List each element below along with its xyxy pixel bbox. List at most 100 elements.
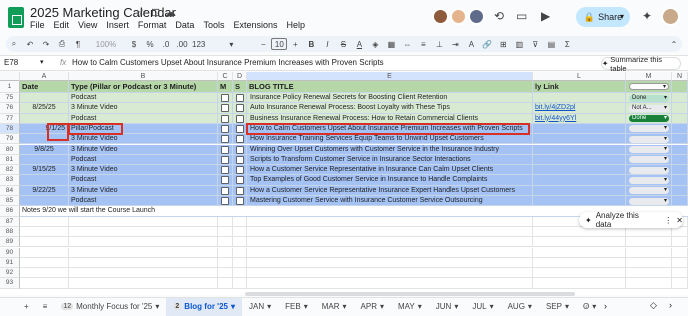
font-select[interactable]: ▾ <box>207 36 255 52</box>
blog-title-cell[interactable]: Winning Over Upset Customers with Custom… <box>247 144 533 155</box>
status-dropdown[interactable] <box>629 146 669 153</box>
empty-cell[interactable] <box>626 268 672 279</box>
tab-dropdown-icon[interactable]: ▾ <box>231 302 235 311</box>
menu-item[interactable]: Tools <box>203 20 224 30</box>
s-checkbox[interactable] <box>236 197 244 205</box>
row-header[interactable]: 91 <box>0 257 20 269</box>
empty-cell[interactable] <box>218 237 233 248</box>
scroll-tabs-left-icon[interactable]: ‹ <box>585 301 588 311</box>
side-panel-toggle-icon[interactable]: › <box>669 300 672 310</box>
tab-dropdown-icon[interactable]: ▾ <box>380 302 384 311</box>
increase-decimal-button[interactable]: .00 <box>174 36 190 52</box>
empty-cell[interactable] <box>233 226 247 238</box>
row-header[interactable]: 1 <box>0 81 20 93</box>
name-box[interactable]: E78 <box>4 58 18 67</box>
tab-dropdown-icon[interactable]: ▾ <box>267 302 271 311</box>
tab-dropdown-icon[interactable]: ▾ <box>343 302 347 311</box>
empty-cell[interactable] <box>69 278 218 289</box>
tab-dropdown-icon[interactable]: ▾ <box>565 302 569 311</box>
row-header[interactable]: 79 <box>0 134 20 145</box>
m-checkbox[interactable] <box>221 135 229 144</box>
column-header-l[interactable]: L <box>533 72 626 81</box>
date-cell[interactable] <box>20 93 69 104</box>
scroll-tabs-right-icon[interactable]: › <box>604 301 607 311</box>
m-checkbox[interactable] <box>221 124 229 133</box>
m-checkbox[interactable] <box>221 94 229 102</box>
add-sheet-icon[interactable]: + <box>0 298 36 316</box>
row-header[interactable]: 82 <box>0 165 20 176</box>
empty-cell[interactable] <box>233 268 247 279</box>
empty-cell[interactable] <box>626 278 672 289</box>
avatar[interactable] <box>432 8 449 25</box>
menu-item[interactable]: File <box>30 20 45 30</box>
close-icon[interactable]: ✕ <box>676 216 683 225</box>
m-checkbox[interactable] <box>221 197 229 205</box>
blog-title-cell[interactable]: How Insurance Training Services Equip Te… <box>247 134 533 145</box>
s-checkbox[interactable] <box>236 166 244 175</box>
menu-item[interactable]: View <box>78 20 97 30</box>
type-cell[interactable]: 3 Minute Video <box>69 165 218 176</box>
insert-chart-icon[interactable]: ▥ <box>511 36 527 52</box>
link-cell[interactable] <box>533 123 626 135</box>
m-checkbox[interactable] <box>221 114 229 123</box>
number-format-button[interactable]: 123 <box>190 36 207 52</box>
date-cell[interactable] <box>20 175 69 186</box>
empty-cell[interactable] <box>626 257 672 269</box>
sheets-logo-icon[interactable] <box>8 7 24 28</box>
avatar[interactable] <box>468 8 485 25</box>
text-rotation-icon[interactable]: A <box>463 36 479 52</box>
empty-cell[interactable] <box>247 226 533 238</box>
spreadsheet-grid[interactable]: A B C D E L M N 1 Date Type (Pillar or Podcast or … <box>0 72 688 295</box>
empty-cell[interactable] <box>218 257 233 269</box>
row-header[interactable]: 89 <box>0 237 20 248</box>
blog-title-cell[interactable]: Scripts to Transform Customer Service in… <box>247 154 533 166</box>
menu-item[interactable]: Edit <box>54 20 70 30</box>
empty-cell[interactable] <box>233 237 247 248</box>
empty-cell[interactable] <box>247 247 533 258</box>
row-header[interactable]: 77 <box>0 113 20 124</box>
link-cell[interactable] <box>533 144 626 155</box>
empty-cell[interactable] <box>20 268 69 279</box>
empty-cell[interactable] <box>233 216 247 227</box>
empty-cell[interactable] <box>69 237 218 248</box>
tab-dropdown-icon[interactable]: ▾ <box>490 302 494 311</box>
m-checkbox[interactable] <box>221 145 229 154</box>
empty-cell[interactable] <box>533 257 626 269</box>
summarize-table-button[interactable]: ✦ Summarize this table <box>601 55 681 73</box>
blog-title-cell[interactable]: Mastering Customer Service with Insuranc… <box>247 196 533 207</box>
link-cell[interactable]: bit.ly/44yy6Yl <box>533 113 626 124</box>
tab-dropdown-icon[interactable]: ▾ <box>528 302 532 311</box>
row-header[interactable]: 80 <box>0 144 20 155</box>
status-dropdown[interactable]: Done <box>629 115 669 123</box>
status-dropdown[interactable] <box>629 135 669 143</box>
menu-item[interactable]: Data <box>175 20 194 30</box>
select-all-corner[interactable] <box>0 72 20 81</box>
column-header-a[interactable]: A <box>20 72 69 81</box>
date-cell[interactable] <box>20 196 69 207</box>
column-header-d[interactable]: D <box>233 72 247 81</box>
type-cell[interactable]: 3 Minute Video <box>69 185 218 196</box>
column-header-m[interactable]: M <box>626 72 672 81</box>
empty-cell[interactable] <box>626 237 672 248</box>
meet-icon[interactable]: ▶ <box>541 9 550 23</box>
status-dropdown[interactable]: Done <box>629 94 669 102</box>
blog-title-cell[interactable]: Insurance Policy Renewal Secrets for Boo… <box>247 93 533 104</box>
filter-views-icon[interactable]: ▤ <box>543 36 559 52</box>
more-options-icon[interactable]: ⋮ <box>664 216 672 225</box>
s-checkbox[interactable] <box>236 145 244 154</box>
type-cell[interactable]: 3 Minute Video <box>69 144 218 155</box>
empty-cell[interactable] <box>20 278 69 289</box>
row-header[interactable]: 78 <box>0 123 20 135</box>
insert-link-icon[interactable]: 🔗 <box>479 36 495 52</box>
tab-jul[interactable]: JUL ▾ <box>465 298 500 316</box>
star-icon[interactable]: ☆ <box>137 6 147 19</box>
cloud-status-icon[interactable]: ☁ <box>165 6 176 19</box>
blog-title-cell[interactable]: Top Examples of Good Customer Service in… <box>247 175 533 186</box>
row-header[interactable]: 93 <box>0 278 20 289</box>
type-cell[interactable]: Podcast <box>69 175 218 186</box>
row-header[interactable]: 83 <box>0 175 20 186</box>
empty-cell[interactable] <box>672 226 688 238</box>
empty-cell[interactable] <box>69 257 218 269</box>
strikethrough-icon[interactable]: S <box>335 36 351 52</box>
fill-color-icon[interactable]: ◈ <box>367 36 383 52</box>
